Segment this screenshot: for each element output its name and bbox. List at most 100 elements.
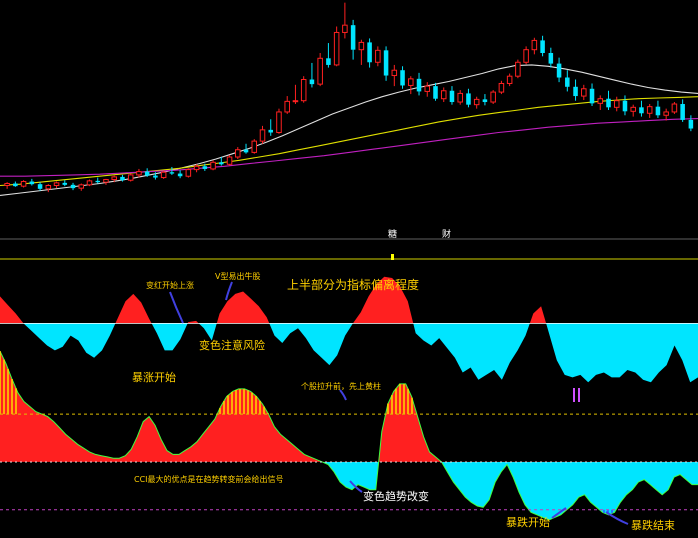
candle-body-down — [177, 173, 183, 177]
candle-body-up — [581, 88, 587, 97]
candle-body-up — [86, 180, 93, 186]
deviation-mark-1 — [573, 388, 575, 402]
annotation-trend-change: 变色趋势改变 — [363, 490, 429, 503]
annotation-red-start: 变红开始上涨 — [146, 281, 194, 290]
candle-body-up — [259, 129, 266, 142]
annotation-surge-start: 暴涨开始 — [132, 371, 176, 384]
candle-body-up — [45, 185, 52, 190]
candle-body-down — [243, 149, 249, 153]
candle-body-down — [565, 77, 570, 87]
candle-body-down — [268, 129, 274, 133]
pointer-line-6 — [605, 511, 629, 525]
candle-body-up — [597, 98, 604, 104]
candle-body-down — [169, 172, 175, 174]
candle-body-down — [70, 184, 76, 189]
candle-body-up — [251, 140, 258, 153]
marker-label-2: 财 — [442, 230, 452, 240]
candle-body-down — [606, 98, 611, 108]
candle-body-down — [680, 104, 685, 120]
candle-body-down — [540, 40, 545, 53]
candle-body-down — [639, 107, 644, 114]
candle-body-up — [523, 49, 529, 63]
candle-body-down — [433, 86, 438, 99]
moving-average-line-3 — [0, 118, 698, 177]
candle-body-up — [498, 82, 505, 93]
annotation-upper-half: 上半部分为指标偏离程度 — [287, 278, 420, 292]
candle-body-up — [333, 31, 340, 66]
candle-body-up — [506, 75, 513, 84]
candle-body-up — [424, 85, 431, 92]
candle-body-up — [391, 69, 398, 77]
candle-body-down — [309, 79, 315, 85]
candle-body-up — [671, 103, 678, 113]
candle-body-up — [613, 100, 620, 108]
candle-body-up — [646, 106, 653, 114]
candle-body-down — [202, 166, 208, 169]
candle-body-down — [556, 63, 562, 78]
candle-body-down — [548, 53, 554, 64]
candle-body-up — [235, 149, 241, 158]
candle-body-up — [490, 91, 496, 103]
candle-body-up — [4, 183, 10, 186]
candle-body-down — [37, 184, 43, 189]
candle-body-down — [219, 162, 224, 165]
candle-body-up — [185, 169, 192, 177]
candle-body-up — [440, 90, 447, 100]
pointer-line-2 — [225, 281, 233, 301]
candle-body-down — [13, 183, 18, 187]
pointer-line-1 — [169, 291, 184, 324]
candle-body-down — [29, 181, 35, 185]
candle-body-down — [326, 58, 331, 65]
candle-body-up — [78, 184, 85, 189]
candle-body-down — [688, 119, 694, 129]
marker-label-1: 糖 — [388, 230, 398, 240]
candle-body-down — [449, 90, 455, 103]
deviation-mark-2 — [578, 388, 580, 402]
candle-body-up — [284, 100, 290, 113]
candle-body-up — [111, 176, 117, 181]
candle-body-up — [358, 41, 365, 51]
candle-body-up — [292, 100, 299, 103]
candle-body-down — [120, 176, 125, 181]
annotation-v-shape: V型易出牛股 — [215, 272, 261, 281]
candle-body-up — [300, 79, 307, 102]
candle-body-down — [144, 171, 150, 176]
candle-body-up — [193, 165, 200, 171]
candle-body-up — [457, 92, 463, 103]
candle-body-down — [350, 25, 356, 50]
candle-body-down — [400, 70, 405, 86]
candle-body-up — [375, 49, 381, 63]
candle-body-up — [276, 111, 282, 134]
candle-body-down — [466, 93, 471, 105]
kline-panel — [0, 2, 698, 196]
candle-body-down — [622, 100, 628, 112]
candle-body-up — [515, 61, 521, 77]
candle-body-up — [226, 156, 233, 165]
candle-body-up — [342, 24, 348, 33]
candle-body-up — [473, 98, 480, 106]
candle-body-up — [663, 111, 669, 116]
moving-average-line-2 — [0, 96, 698, 187]
annotation-yellow-bar: 个股拉升前，先上黄柱 — [301, 382, 381, 391]
panel-separator — [0, 238, 698, 260]
candle-body-down — [589, 88, 595, 104]
candle-body-down — [573, 86, 578, 97]
candle-body-up — [136, 171, 142, 176]
annotation-color-risk: 变色注意风险 — [199, 339, 265, 352]
candle-body-down — [153, 175, 158, 178]
annotation-crash-start: 暴跌开始 — [506, 516, 550, 529]
candle-body-up — [103, 179, 109, 183]
separator-marker — [391, 254, 394, 260]
annotation-crash-end: 暴跌结束 — [631, 519, 675, 532]
stock-chart — [0, 2, 698, 525]
candle-body-up — [630, 106, 636, 112]
candle-body-down — [62, 182, 68, 185]
candle-body-up — [531, 39, 538, 51]
candle-body-down — [655, 106, 661, 116]
candle-body-up — [210, 161, 216, 170]
annotation-cci-advantage: CCI最大的优点是在趋势转变前会给出信号 — [134, 475, 284, 484]
candle-body-up — [127, 174, 134, 181]
candle-body-down — [367, 42, 372, 63]
candle-body-up — [408, 78, 414, 86]
candle-body-down — [416, 78, 422, 92]
